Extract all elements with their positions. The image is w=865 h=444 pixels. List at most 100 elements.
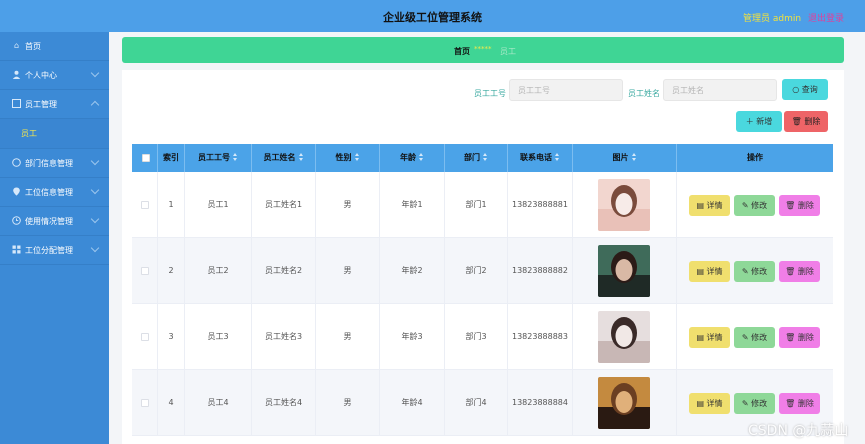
header-name-label: 员工姓名	[263, 153, 296, 162]
search-icon: ○	[792, 85, 800, 94]
table-row: 2 员工2 员工姓名2 男年龄2 部门2 13823888882 ▤ 详情 ✎ 修改 🗑 删除	[132, 238, 833, 304]
delete-button[interactable]: 🗑 删除	[779, 327, 820, 348]
header-name[interactable]: 员工姓名	[252, 144, 316, 172]
plus-icon: ＋	[745, 117, 754, 126]
row-select-cell	[132, 370, 158, 436]
sidebar-item-workstation[interactable]: 工位信息管理	[0, 178, 109, 207]
cell-name: 员工姓名3	[252, 304, 316, 370]
detail-button[interactable]: ▤ 详情	[689, 195, 730, 216]
sort-icon[interactable]	[483, 153, 488, 162]
search-name-input[interactable]	[663, 79, 777, 101]
header-emp-no[interactable]: 员工工号	[185, 144, 252, 172]
sidebar-item-department[interactable]: 部门信息管理	[0, 149, 109, 178]
sort-icon[interactable]	[354, 153, 360, 162]
table-row: 3 员工3 员工姓名3 男年龄3 部门3 13823888883 ▤ 详情 ✎ 修改 🗑 删除	[132, 304, 833, 370]
logout-link[interactable]: 退出登录	[808, 11, 844, 24]
home-icon: ⌂	[13, 41, 20, 50]
circle-icon	[12, 158, 21, 167]
delete-button[interactable]: 🗑 删除	[779, 393, 820, 414]
cell-phone: 13823888883	[508, 304, 573, 370]
sidebar-item-home[interactable]: ⌂ 首页	[0, 32, 109, 61]
edit-button[interactable]: ✎ 修改	[734, 393, 775, 414]
sidebar-subitem-employee[interactable]: 员工	[0, 119, 109, 149]
sort-icon[interactable]	[233, 153, 238, 162]
cell-emp-no: 员工2	[185, 238, 252, 304]
employee-photo[interactable]	[598, 377, 650, 429]
sidebar-item-profile[interactable]: 个人中心	[0, 61, 109, 90]
add-button[interactable]: ＋ 新增	[736, 111, 782, 132]
edit-button-label: 修改	[751, 201, 768, 210]
cell-phone: 13823888881	[508, 172, 573, 238]
sidebar-item-label: 工位信息管理	[25, 188, 73, 197]
sidebar-item-label: 工位分配管理	[25, 246, 73, 255]
breadcrumb-separator: *****	[474, 45, 492, 53]
edit-button[interactable]: ✎ 修改	[734, 327, 775, 348]
header-phone[interactable]: 联系电话	[508, 144, 573, 172]
sort-icon[interactable]	[419, 153, 424, 162]
employee-photo[interactable]	[598, 311, 650, 363]
cell-dept: 部门4	[445, 370, 508, 436]
trash-icon: 🗑	[785, 201, 798, 210]
detail-button[interactable]: ▤ 详情	[689, 261, 730, 282]
cell-actions: ▤ 详情 ✎ 修改 🗑 删除	[677, 172, 833, 238]
location-icon	[12, 187, 21, 196]
search-emp-no-input[interactable]	[509, 79, 623, 101]
header-age[interactable]: 年龄	[380, 144, 445, 172]
trash-icon: 🗑	[785, 267, 798, 276]
delete-button-label: 删除	[797, 333, 814, 342]
header-photo[interactable]: 图片	[573, 144, 677, 172]
document-icon: ▤	[696, 333, 707, 342]
cell-gender: 男	[316, 304, 380, 370]
document-icon: ▤	[696, 201, 707, 210]
top-bar: 企业级工位管理系统 管理员 admin 退出登录	[0, 0, 865, 32]
cell-index: 2	[158, 238, 185, 304]
sidebar-item-usage[interactable]: 使用情况管理	[0, 207, 109, 236]
cell-emp-no: 员工3	[185, 304, 252, 370]
sort-icon[interactable]	[631, 153, 637, 162]
chevron-down-icon	[90, 156, 100, 166]
employee-photo[interactable]	[598, 245, 650, 297]
detail-button[interactable]: ▤ 详情	[689, 393, 730, 414]
edit-button[interactable]: ✎ 修改	[734, 261, 775, 282]
breadcrumb-home[interactable]: 首页	[454, 46, 470, 57]
cell-gender: 男	[316, 238, 380, 304]
detail-button-label: 详情	[706, 399, 723, 408]
header-select-all-cell	[132, 144, 158, 172]
cell-phone: 13823888884	[508, 370, 573, 436]
detail-button-label: 详情	[706, 201, 723, 210]
batch-delete-button[interactable]: 🗑 删除	[784, 111, 828, 132]
cell-actions: ▤ 详情 ✎ 修改 🗑 删除	[677, 238, 833, 304]
select-all-checkbox[interactable]	[142, 154, 150, 162]
header-dept[interactable]: 部门	[445, 144, 508, 172]
detail-button[interactable]: ▤ 详情	[689, 327, 730, 348]
sidebar-item-label: 个人中心	[25, 71, 57, 80]
edit-button[interactable]: ✎ 修改	[734, 195, 775, 216]
header-index: 索引	[158, 144, 185, 172]
document-icon: ▤	[696, 267, 707, 276]
query-button[interactable]: ○ 查询	[782, 79, 828, 100]
row-checkbox[interactable]	[141, 399, 149, 407]
row-checkbox[interactable]	[141, 201, 149, 209]
trash-icon: 🗑	[785, 333, 798, 342]
cell-emp-no: 员工1	[185, 172, 252, 238]
delete-button-label: 删除	[797, 267, 814, 276]
row-checkbox[interactable]	[141, 333, 149, 341]
sort-icon[interactable]	[555, 153, 560, 162]
row-checkbox[interactable]	[141, 267, 149, 275]
trash-icon: 🗑	[785, 399, 798, 408]
delete-button[interactable]: 🗑 删除	[779, 261, 820, 282]
cell-age: 年龄1	[380, 172, 445, 238]
sort-icon[interactable]	[298, 153, 304, 162]
chevron-up-icon	[90, 100, 100, 110]
sidebar-item-employee-mgmt[interactable]: 员工管理	[0, 90, 109, 119]
header-emp-no-label: 员工工号	[198, 153, 230, 162]
delete-button[interactable]: 🗑 删除	[779, 195, 820, 216]
sidebar-item-allocation[interactable]: 工位分配管理	[0, 236, 109, 265]
search-name-label: 员工姓名	[628, 89, 660, 98]
header-gender[interactable]: 性别	[316, 144, 380, 172]
employee-photo[interactable]	[598, 179, 650, 231]
clock-icon	[12, 216, 21, 225]
cell-dept: 部门2	[445, 238, 508, 304]
header-phone-label: 联系电话	[520, 153, 552, 162]
table-row: 4 员工4 员工姓名4 男年龄4 部门4 13823888884 ▤ 详情 ✎ 修改 🗑 删除	[132, 370, 833, 436]
